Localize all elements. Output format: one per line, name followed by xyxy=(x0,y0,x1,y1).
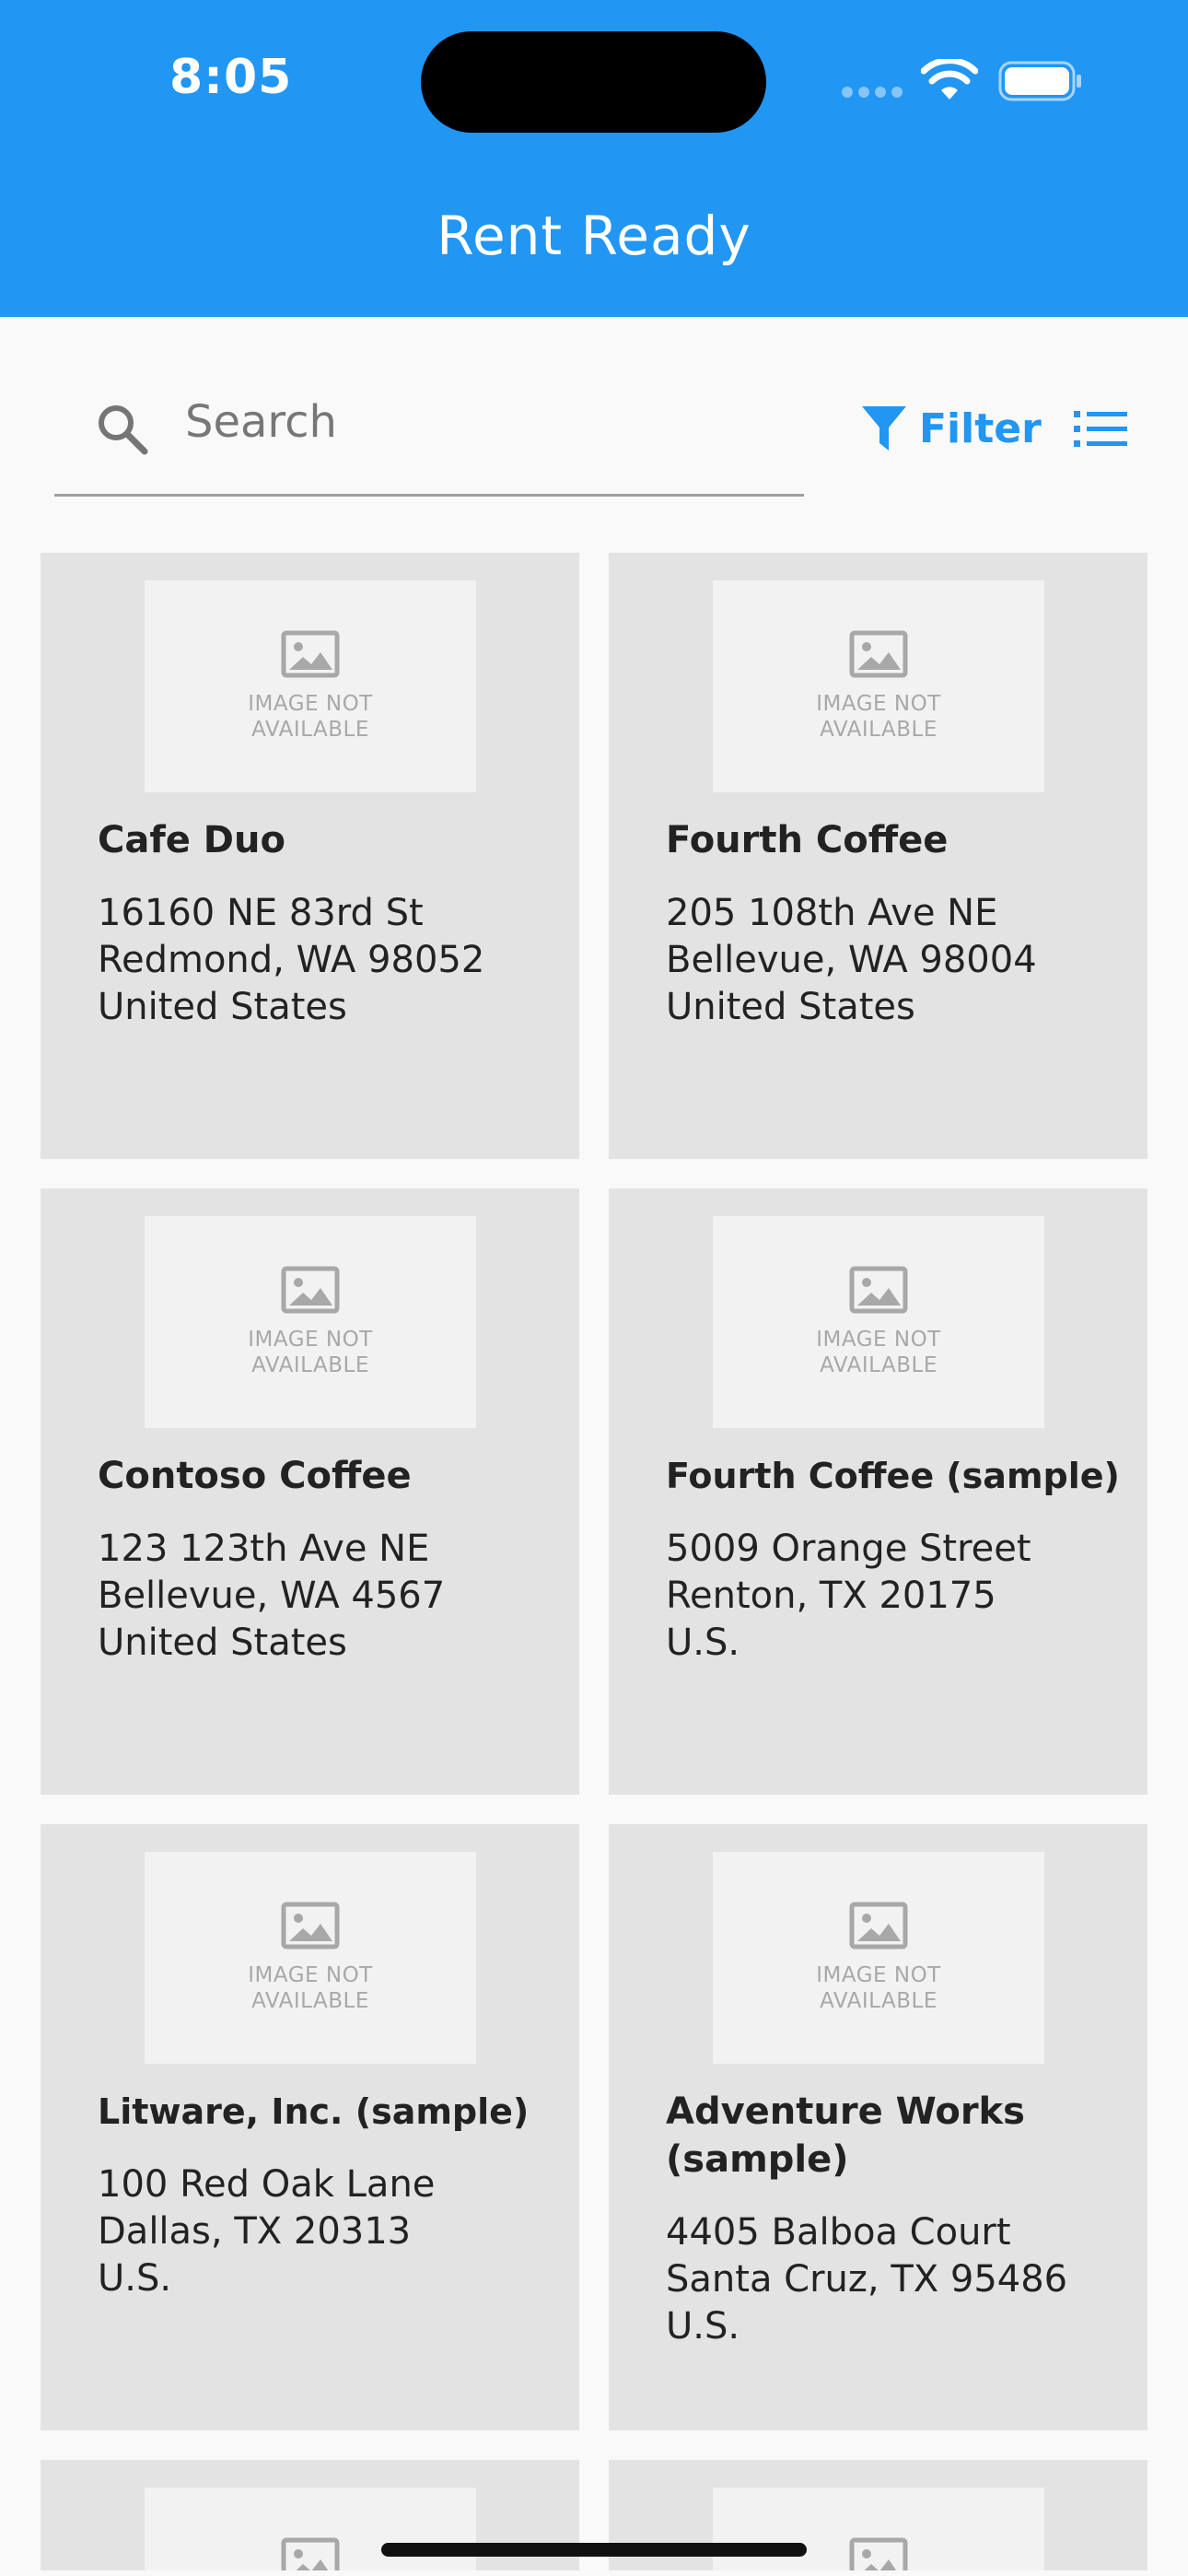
image-unavailable-text: IMAGE NOT AVAILABLE xyxy=(816,1963,941,2013)
battery-icon xyxy=(998,61,1081,101)
image-placeholder: IMAGE NOT AVAILABLE xyxy=(713,1852,1044,2064)
image-placeholder xyxy=(145,2488,476,2570)
wifi-icon xyxy=(921,59,978,100)
accounts-grid: IMAGE NOT AVAILABLE Cafe Duo 16160 NE 83… xyxy=(41,553,1147,2570)
account-address: 16160 NE 83rd St Redmond, WA 98052 Unite… xyxy=(98,892,485,1028)
image-icon xyxy=(281,1266,340,1314)
filter-label: Filter xyxy=(919,404,1042,452)
image-icon xyxy=(281,630,340,678)
account-card[interactable]: IMAGE NOT AVAILABLE Cafe Duo 16160 NE 83… xyxy=(41,553,579,1159)
account-address: 123 123th Ave NE Bellevue, WA 4567 Unite… xyxy=(98,1528,446,1664)
cellular-signal-icon xyxy=(842,87,904,98)
page-title: Rent Ready xyxy=(437,205,751,267)
account-address: 205 108th Ave NE Bellevue, WA 98004 Unit… xyxy=(666,892,1037,1028)
account-card[interactable]: IMAGE NOT AVAILABLE Fourth Coffee 205 10… xyxy=(609,553,1147,1159)
search-icon xyxy=(99,405,148,455)
image-unavailable-text: IMAGE NOT AVAILABLE xyxy=(248,1328,373,1377)
image-unavailable-text: IMAGE NOT AVAILABLE xyxy=(816,1328,941,1377)
image-icon xyxy=(849,1902,908,1950)
account-address: 100 Red Oak Lane Dallas, TX 20313 U.S. xyxy=(98,2163,436,2300)
account-card[interactable]: IMAGE NOT AVAILABLE Adventure Works (sam… xyxy=(609,1824,1147,2430)
account-name: Adventure Works (sample) xyxy=(666,2090,1025,2181)
status-time: 8:05 xyxy=(169,50,293,105)
image-placeholder: IMAGE NOT AVAILABLE xyxy=(713,1216,1044,1428)
account-card[interactable]: IMAGE NOT AVAILABLE Litware, Inc. (sampl… xyxy=(41,1824,579,2430)
image-placeholder xyxy=(713,2488,1044,2570)
list-view-icon[interactable] xyxy=(1074,409,1127,450)
account-name: Fourth Coffee xyxy=(666,819,949,861)
image-unavailable-text: IMAGE NOT AVAILABLE xyxy=(248,692,373,742)
image-unavailable-text: IMAGE NOT AVAILABLE xyxy=(816,692,941,742)
account-name: Contoso Coffee xyxy=(98,1455,412,1497)
account-card[interactable]: IMAGE NOT AVAILABLE Fourth Coffee (sampl… xyxy=(609,1188,1147,1795)
dynamic-island xyxy=(421,31,766,133)
image-icon xyxy=(849,2537,908,2570)
image-icon xyxy=(849,630,908,678)
filter-button[interactable]: Filter xyxy=(860,396,1042,461)
image-placeholder: IMAGE NOT AVAILABLE xyxy=(145,1852,476,2064)
search-input[interactable] xyxy=(185,385,775,459)
image-icon xyxy=(281,2537,340,2570)
account-name: Fourth Coffee (sample) xyxy=(666,1456,1120,1496)
app-header: 8:05 Rent Ready xyxy=(0,0,1188,317)
filter-icon xyxy=(862,406,906,451)
account-name: Cafe Duo xyxy=(98,819,285,861)
home-indicator[interactable] xyxy=(381,2543,807,2557)
image-icon xyxy=(281,1902,340,1950)
account-address: 4405 Balboa Court Santa Cruz, TX 95486 U… xyxy=(666,2211,1068,2348)
image-unavailable-text: IMAGE NOT AVAILABLE xyxy=(248,1963,373,2013)
image-icon xyxy=(849,1266,908,1314)
account-name: Litware, Inc. (sample) xyxy=(98,2091,530,2132)
image-placeholder: IMAGE NOT AVAILABLE xyxy=(145,580,476,792)
account-address: 5009 Orange Street Renton, TX 20175 U.S. xyxy=(666,1528,1031,1664)
search-field[interactable] xyxy=(54,369,804,497)
image-placeholder: IMAGE NOT AVAILABLE xyxy=(713,580,1044,792)
image-placeholder: IMAGE NOT AVAILABLE xyxy=(145,1216,476,1428)
account-card[interactable]: IMAGE NOT AVAILABLE Contoso Coffee 123 1… xyxy=(41,1188,579,1795)
